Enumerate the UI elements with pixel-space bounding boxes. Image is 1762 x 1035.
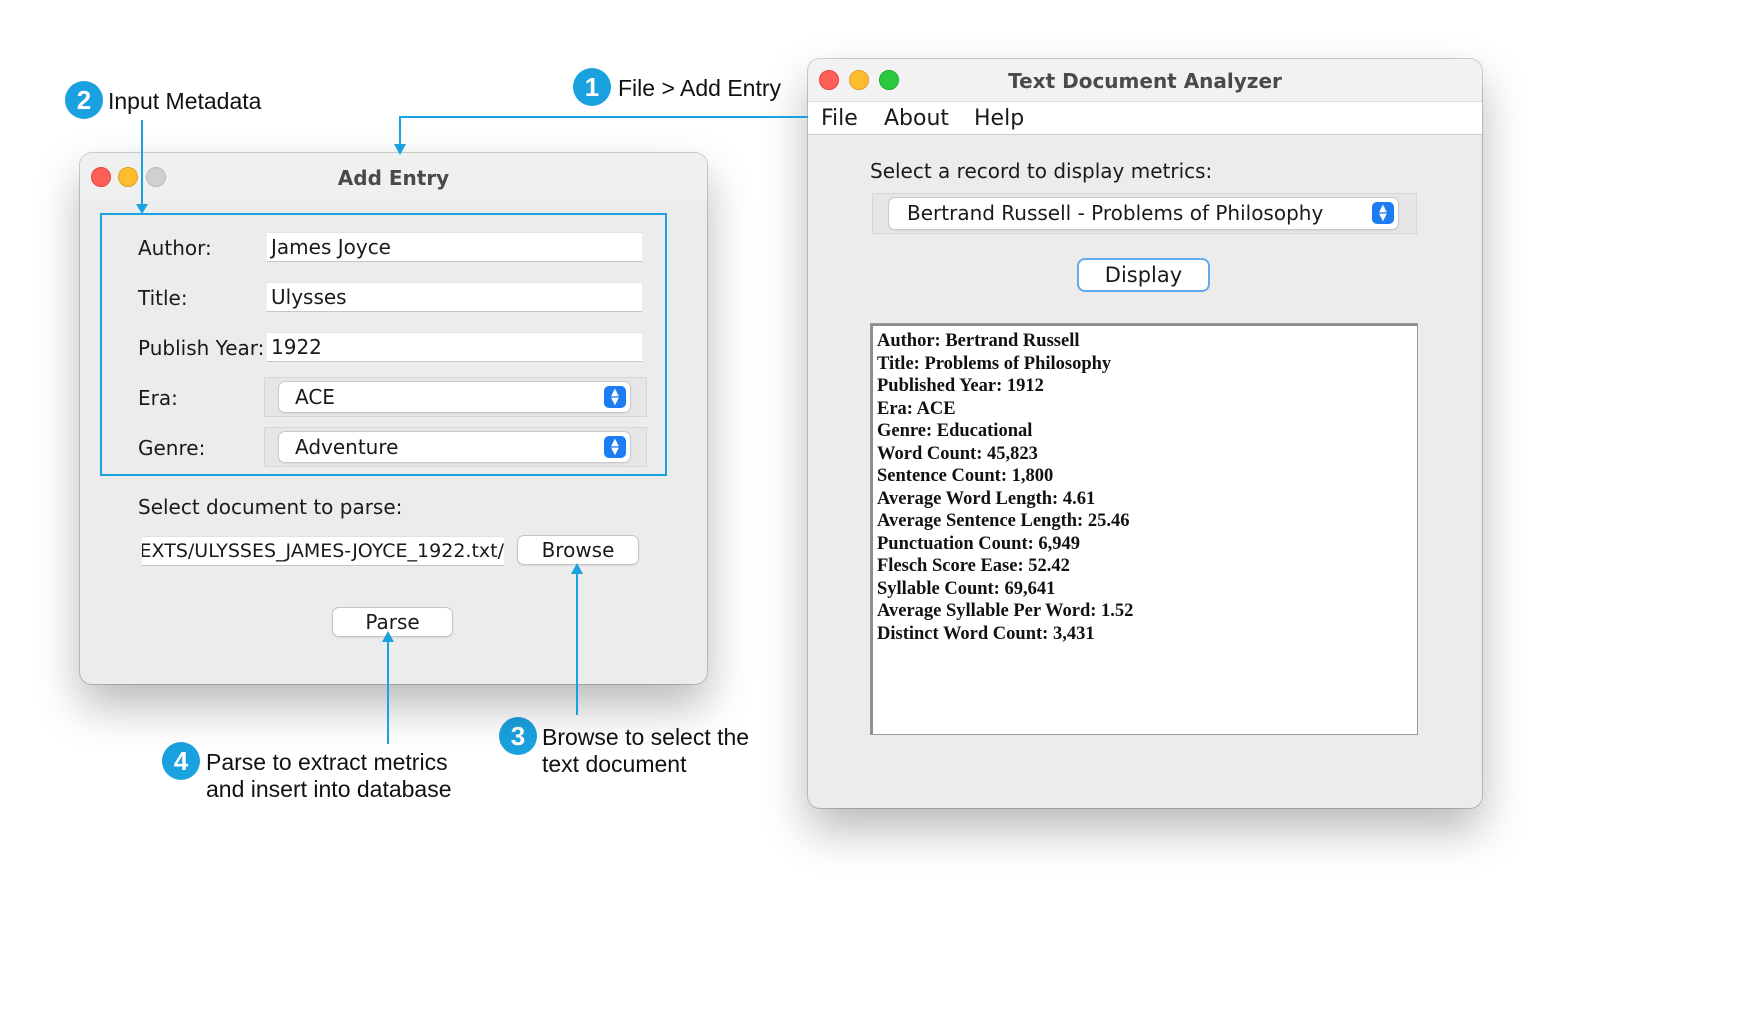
select-record-label: Select a record to display metrics: xyxy=(870,159,1213,183)
window-title: Text Document Analyzer xyxy=(1008,69,1282,93)
metric-line: Flesch Score Ease: 52.42 xyxy=(877,556,1070,576)
chevron-updown-icon[interactable]: ▲ ▼ xyxy=(1372,202,1394,224)
menu-help[interactable]: Help xyxy=(974,106,1024,131)
metrics-output: Author: Bertrand Russell Title: Problems … xyxy=(870,323,1418,735)
select-document-label: Select document to parse: xyxy=(138,495,403,519)
step-2-label: Input Metadata xyxy=(108,88,262,114)
metric-line: Average Syllable Per Word: 1.52 xyxy=(877,601,1134,621)
metric-line: Sentence Count: 1,800 xyxy=(877,466,1054,486)
metric-line: Title: Problems of Philosophy xyxy=(877,353,1112,374)
metric-line: Punctuation Count: 6,949 xyxy=(877,533,1081,554)
connector-step1 xyxy=(399,116,808,146)
browse-button[interactable]: Browse xyxy=(518,536,638,564)
step-3-badge: 3 xyxy=(499,717,537,755)
metric-line: Genre: Educational xyxy=(877,421,1033,441)
step-1-badge: 1 xyxy=(573,68,611,106)
step-4-label: Parse to extract metrics and insert into… xyxy=(206,749,452,803)
metric-line: Word Count: 45,823 xyxy=(877,443,1038,464)
record-select-wrap: Bertrand Russell - Problems of Philosoph… xyxy=(872,193,1417,234)
window-title: Add Entry xyxy=(337,166,450,190)
step-3-label: Browse to select the text document xyxy=(542,724,749,778)
add-entry-titlebar: Add Entry xyxy=(80,153,707,201)
metric-line: Average Sentence Length: 25.46 xyxy=(877,511,1130,531)
menu-file[interactable]: File xyxy=(821,106,858,131)
file-path-field[interactable]: /TEXTS/ULYSSES_JAMES-JOYCE_1922.txt xyxy=(142,536,504,566)
step-4-line1: Parse to extract metrics xyxy=(206,749,448,775)
step-1-label: File > Add Entry xyxy=(618,75,781,101)
metric-line: Published Year: 1912 xyxy=(877,376,1044,396)
menu-about[interactable]: About xyxy=(884,106,949,131)
step-3-line2: text document xyxy=(542,751,687,777)
step-2-badge: 2 xyxy=(65,81,103,119)
metric-line: Distinct Word Count: 3,431 xyxy=(877,623,1095,644)
metric-line: Syllable Count: 69,641 xyxy=(877,578,1056,599)
analyzer-titlebar: Text Document Analyzer xyxy=(808,59,1482,101)
display-button[interactable]: Display xyxy=(1079,260,1208,290)
metric-line: Era: ACE xyxy=(877,398,956,419)
metric-line: Author: Bertrand Russell xyxy=(877,331,1080,351)
step-3-line1: Browse to select the xyxy=(542,724,750,750)
metadata-highlight-box xyxy=(100,213,667,476)
metric-line: Average Word Length: 4.61 xyxy=(877,488,1096,509)
parse-button[interactable]: Parse xyxy=(333,608,452,636)
step-4-badge: 4 xyxy=(162,742,200,780)
step-4-line2: and insert into database xyxy=(206,776,452,802)
record-select[interactable]: Bertrand Russell - Problems of Philosoph… xyxy=(889,198,1398,229)
record-select-value: Bertrand Russell - Problems of Philosoph… xyxy=(907,201,1324,225)
